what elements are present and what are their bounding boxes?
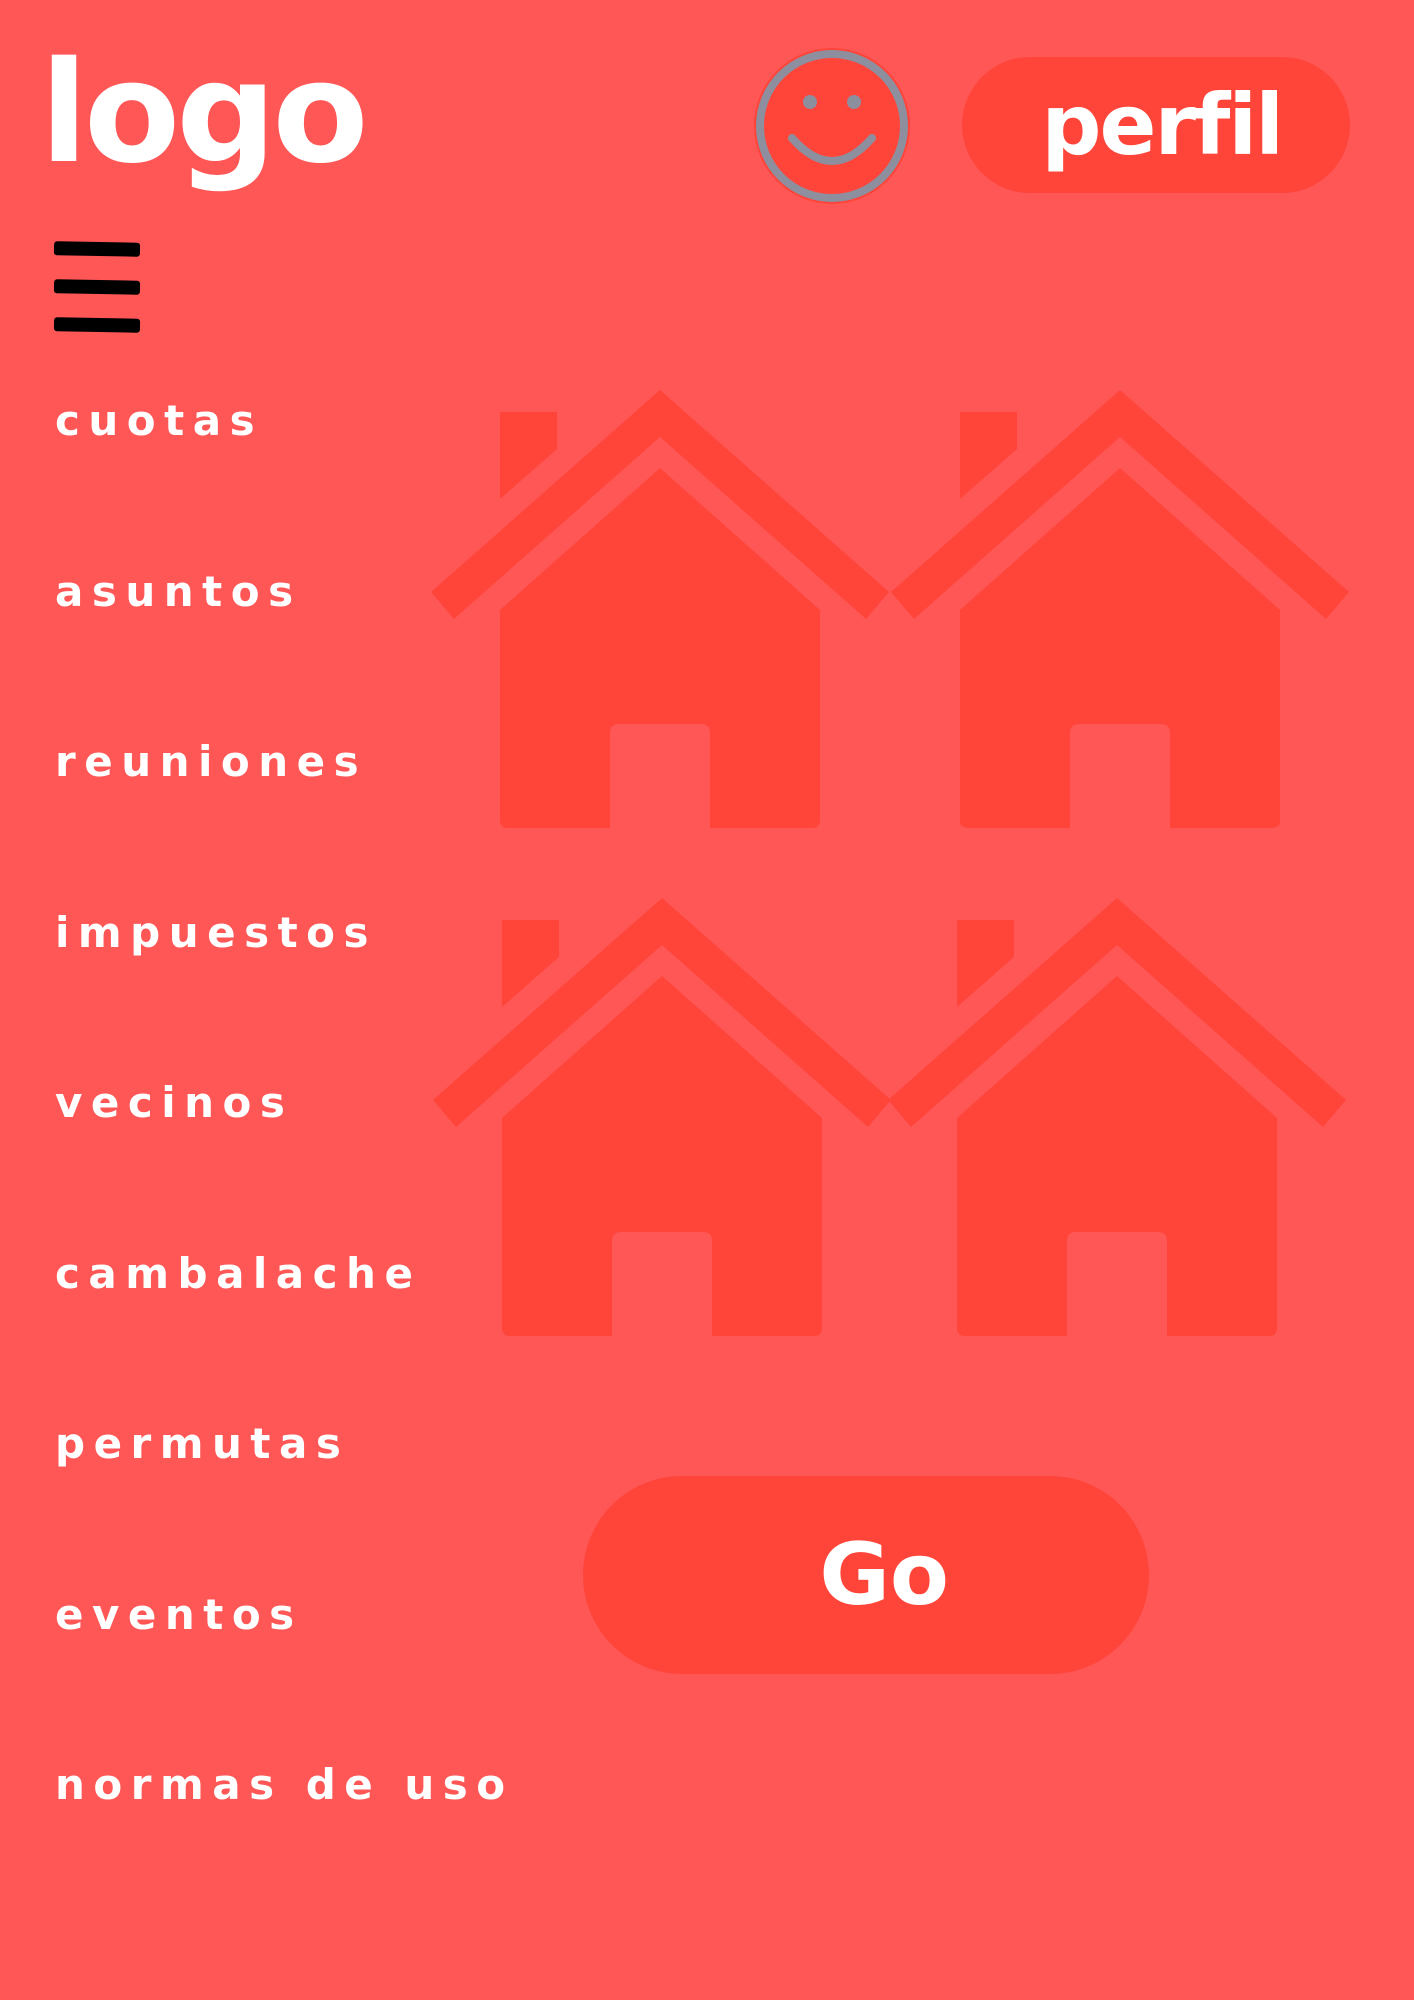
nav-item-asuntos[interactable]: asuntos bbox=[55, 561, 514, 732]
nav-item-reuniones[interactable]: reuniones bbox=[55, 731, 514, 902]
nav-menu: cuotas asuntos reuniones impuestos vecin… bbox=[55, 390, 514, 1925]
profile-button[interactable]: perfil bbox=[962, 57, 1350, 193]
go-button[interactable]: Go bbox=[583, 1476, 1149, 1674]
nav-item-cuotas[interactable]: cuotas bbox=[55, 390, 514, 561]
nav-item-normas-de-uso[interactable]: normas de uso bbox=[55, 1754, 514, 1925]
nav-item-impuestos[interactable]: impuestos bbox=[55, 902, 514, 1073]
nav-item-eventos[interactable]: eventos bbox=[55, 1584, 514, 1755]
nav-item-permutas[interactable]: permutas bbox=[55, 1413, 514, 1584]
nav-item-cambalache[interactable]: cambalache bbox=[55, 1243, 514, 1414]
logo: logo bbox=[40, 32, 369, 195]
smiley-face-icon bbox=[754, 48, 910, 204]
avatar[interactable] bbox=[752, 46, 912, 206]
hamburger-menu-icon[interactable] bbox=[52, 238, 144, 336]
nav-item-vecinos[interactable]: vecinos bbox=[55, 1072, 514, 1243]
